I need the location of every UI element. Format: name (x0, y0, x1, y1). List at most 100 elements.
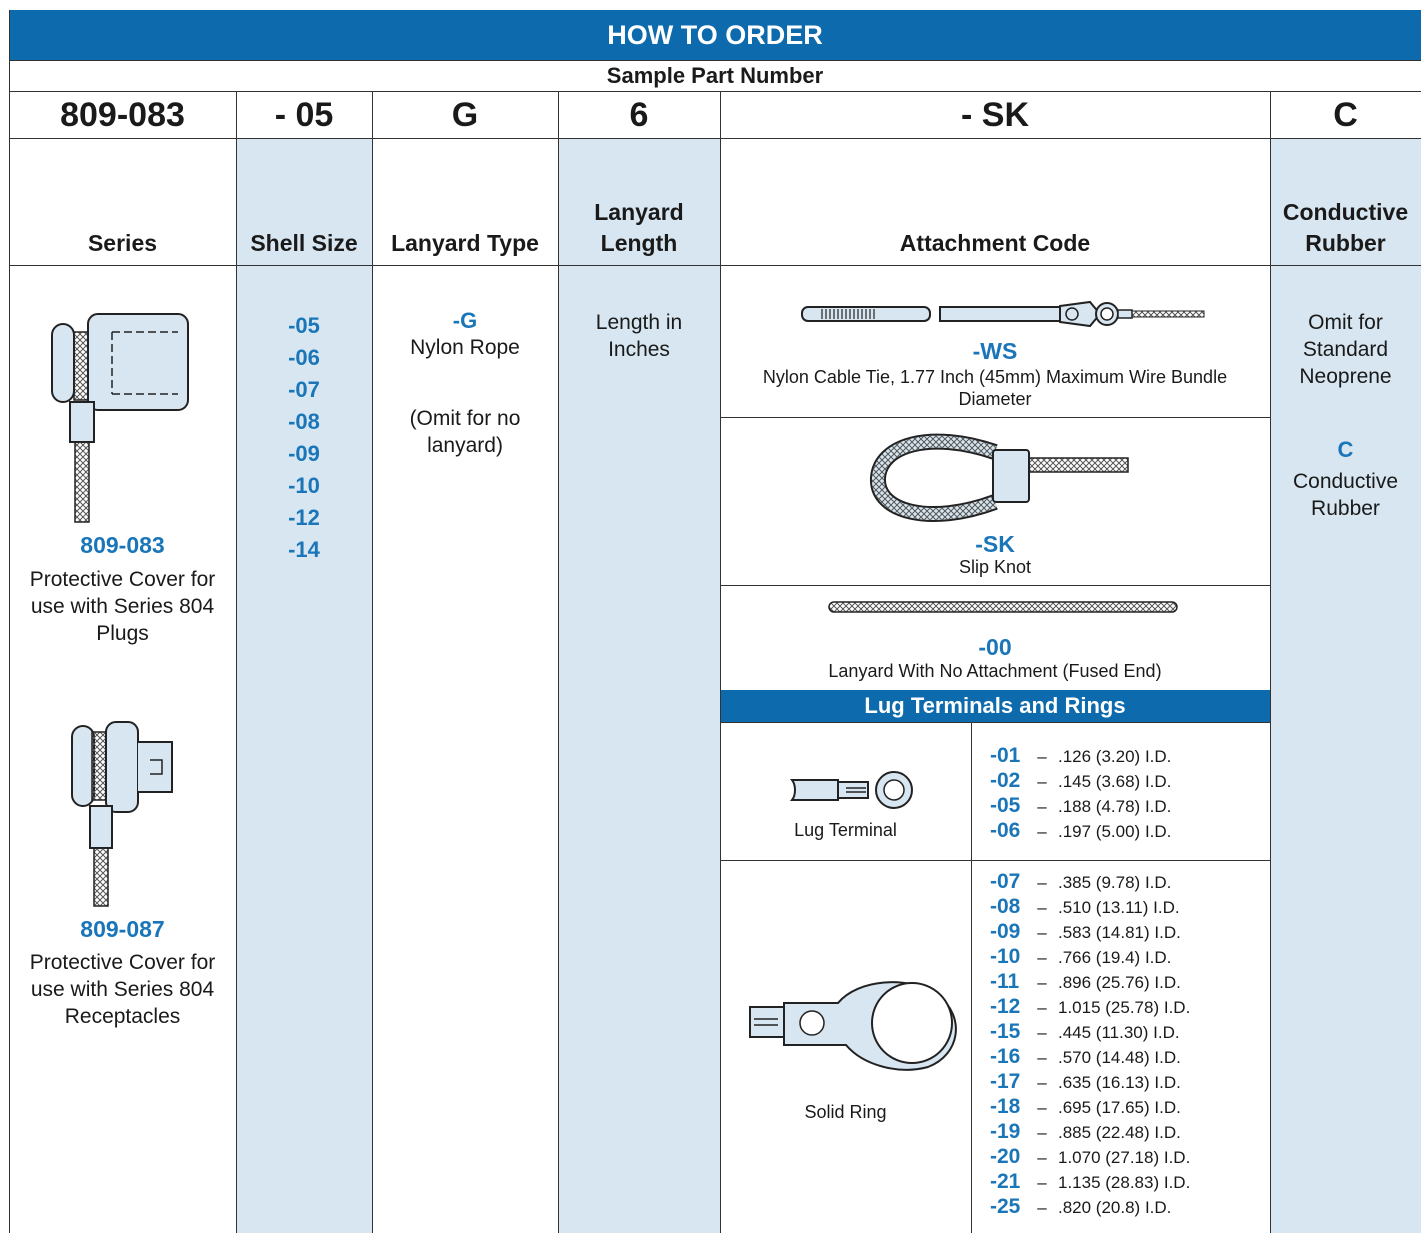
plug-cover-image (51, 313, 189, 523)
attachment-desc-00: Lanyard With No Attachment (Fused End) (828, 661, 1162, 681)
code-row: -25– .820 (20.8) I.D. (990, 1195, 1260, 1220)
dash: – (1037, 1073, 1047, 1092)
code-row: -07– .385 (9.78) I.D. (990, 870, 1260, 895)
dash: – (1037, 1048, 1047, 1067)
code: -06 (990, 819, 1021, 842)
code-row: -18– .695 (17.65) I.D. (990, 1095, 1260, 1120)
code: -15 (990, 1020, 1021, 1043)
grid-line (9, 60, 1421, 61)
grid-line (236, 92, 237, 1233)
dash: – (1037, 1023, 1047, 1042)
lanyard-length-band (558, 139, 720, 1233)
code: -17 (990, 1070, 1021, 1093)
grid-line (720, 92, 721, 1233)
lanyard-type-name: Nylon Rope (410, 336, 520, 359)
header-lanyard-length: Lanyard Length (594, 199, 684, 256)
grid-line (9, 91, 1421, 92)
title-banner: HOW TO ORDER (9, 10, 1421, 60)
header-shell-size: Shell Size (250, 230, 358, 256)
solid-ring-label: Solid Ring (804, 1102, 887, 1122)
sample-series: 809-083 (60, 96, 185, 134)
value: .385 (9.78) I.D. (1058, 873, 1172, 892)
conductive-omit-text: Omit for Standard Neoprene (1299, 311, 1392, 388)
value: 1.070 (27.18) I.D. (1058, 1148, 1191, 1167)
sample-part-label: Sample Part Number (606, 63, 824, 88)
dash: – (1037, 1098, 1047, 1117)
shell-size-item: -05 (288, 313, 320, 338)
code-row: -17– .635 (16.13) I.D. (990, 1070, 1260, 1095)
value: .197 (5.00) I.D. (1058, 822, 1172, 841)
cable-tie-image (801, 300, 1205, 328)
code: -10 (990, 945, 1021, 968)
receptacle-cover-image (71, 721, 173, 907)
code-row: -10– .766 (19.4) I.D. (990, 945, 1260, 970)
shell-size-item: -07 (288, 377, 320, 402)
grid-line (372, 92, 373, 1233)
value: .583 (14.81) I.D. (1058, 923, 1181, 942)
dash: – (1037, 797, 1047, 816)
value: .766 (19.4) I.D. (1058, 948, 1172, 967)
series-code-809-083: 809-083 (80, 532, 165, 558)
code: -05 (990, 794, 1021, 817)
lanyard-type-note: (Omit for no lanyard) (409, 407, 521, 457)
slip-knot-image (870, 433, 1129, 522)
value: .570 (14.48) I.D. (1058, 1048, 1181, 1067)
shell-size-item: -14 (288, 537, 320, 562)
code-row: -20–1.070 (27.18) I.D. (990, 1145, 1260, 1170)
shell-size-item: -06 (288, 345, 320, 370)
code: -07 (990, 870, 1021, 893)
grid-line (558, 92, 559, 1233)
code: -16 (990, 1045, 1021, 1068)
value: .695 (17.65) I.D. (1058, 1098, 1181, 1117)
value: 1.135 (28.83) I.D. (1058, 1173, 1191, 1192)
code: -20 (990, 1145, 1021, 1168)
value: .445 (11.30) I.D. (1058, 1023, 1180, 1042)
sample-lanyard-length: 6 (629, 96, 649, 134)
code: -11 (990, 970, 1020, 993)
code: -21 (990, 1170, 1021, 1193)
dash: – (1037, 873, 1047, 892)
series-desc-809-087: Protective Cover for use with Series 804… (29, 951, 216, 1028)
code: -01 (990, 744, 1021, 767)
grid-line (720, 722, 1270, 723)
code: -12 (990, 995, 1021, 1018)
grid-line (9, 10, 10, 1233)
series-desc-809-083: Protective Cover for use with Series 804… (29, 568, 216, 645)
attachment-code-ws: -WS (972, 338, 1018, 364)
sample-conductive: C (1333, 96, 1358, 134)
grid-line (971, 722, 972, 1233)
header-lanyard-type: Lanyard Type (391, 230, 539, 256)
conductive-code: C (1337, 437, 1354, 462)
lug-terminal-codes: -01– .126 (3.20) I.D. -02– .145 (3.68) I.D… (990, 744, 1260, 844)
value: .820 (20.8) I.D. (1058, 1198, 1172, 1217)
dash: – (1037, 923, 1047, 942)
code: -18 (990, 1095, 1021, 1118)
dash: – (1037, 1123, 1047, 1142)
shell-size-list: -05 -06 -07 -08 -09 -10 -12 -14 (236, 310, 372, 566)
value: 1.015 (25.78) I.D. (1058, 998, 1191, 1017)
lug-section-title: Lug Terminals and Rings (864, 693, 1126, 718)
code-row: -09– .583 (14.81) I.D. (990, 920, 1260, 945)
series-code-809-087: 809-087 (80, 916, 165, 942)
lanyard-type-code: -G (452, 308, 478, 333)
code: -09 (990, 920, 1021, 943)
sample-attachment: - SK (961, 96, 1029, 134)
value: .188 (4.78) I.D. (1058, 797, 1172, 816)
sample-lanyard-type: G (451, 96, 479, 134)
header-series: Series (87, 230, 158, 256)
conductive-name: Conductive Rubber (1292, 470, 1399, 520)
lanyard-length-text: Length in Inches (595, 311, 683, 361)
dash: – (1037, 998, 1047, 1017)
dash: – (1037, 948, 1047, 967)
dash: – (1037, 822, 1047, 841)
grid-line (1270, 92, 1271, 1233)
code-row: -15– .445 (11.30) I.D. (990, 1020, 1260, 1045)
value: .635 (16.13) I.D. (1058, 1073, 1181, 1092)
lug-section-banner: Lug Terminals and Rings (720, 690, 1270, 722)
dash: – (1037, 973, 1047, 992)
header-attachment-code: Attachment Code (899, 230, 1091, 256)
code: -08 (990, 895, 1021, 918)
code-row: -16– .570 (14.48) I.D. (990, 1045, 1260, 1070)
code-row: -08– .510 (13.11) I.D. (990, 895, 1260, 920)
grid-line (720, 417, 1270, 418)
